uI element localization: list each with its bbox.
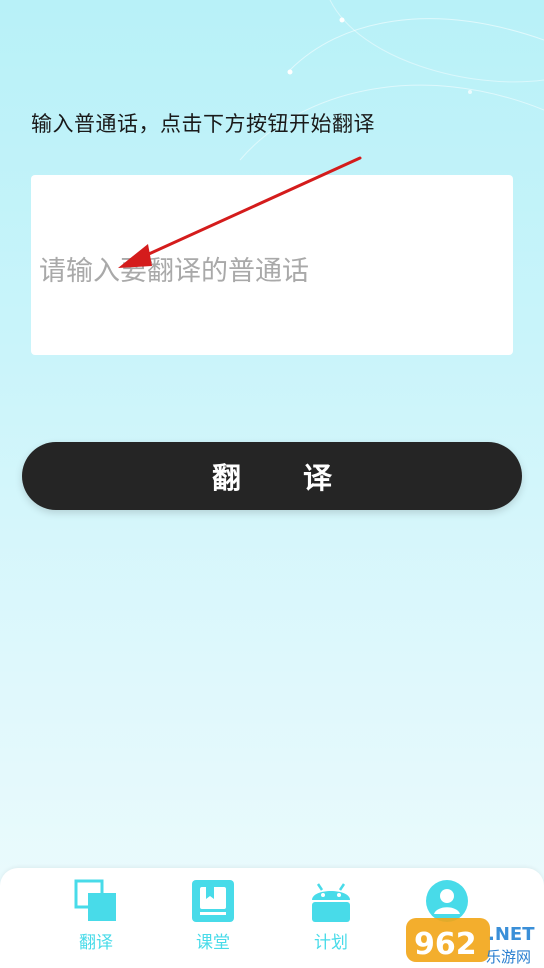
svg-text:962: 962: [414, 927, 477, 962]
mandarin-input-box[interactable]: [31, 175, 513, 355]
android-icon: [312, 883, 350, 922]
tab-translate[interactable]: 翻译: [51, 878, 141, 958]
tab-classroom[interactable]: 课堂: [168, 878, 258, 958]
translate-button[interactable]: 翻译: [22, 442, 522, 510]
tab-plan[interactable]: 计划: [286, 878, 376, 958]
tab-classroom-label: 课堂: [196, 933, 230, 953]
tab-translate-label: 翻译: [79, 933, 113, 953]
site-watermark-logo: 962 .NET 乐游网: [406, 918, 535, 966]
svg-text:乐游网: 乐游网: [486, 948, 531, 966]
tab-plan-label: 计划: [314, 933, 348, 953]
mandarin-input[interactable]: [31, 175, 513, 355]
svg-text:.NET: .NET: [488, 924, 535, 945]
instruction-text: 输入普通话，点击下方按钮开始翻译: [31, 112, 375, 136]
book-icon: [192, 880, 234, 922]
translate-icon: [74, 879, 116, 921]
